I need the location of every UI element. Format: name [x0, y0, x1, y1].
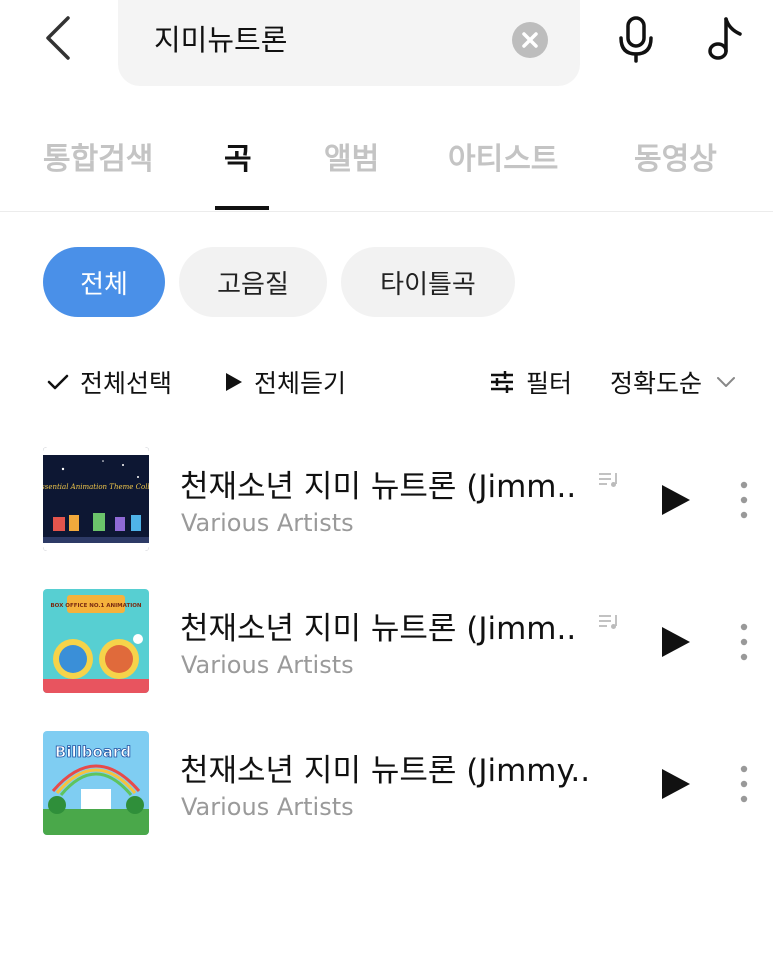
chip-high-quality[interactable]: 고음질 [179, 247, 327, 317]
album-title-text: BOX OFFICE NO.1 ANIMATION [50, 603, 141, 609]
search-box[interactable] [118, 0, 580, 86]
filter-icon [491, 371, 513, 393]
select-all-label: 전체선택 [80, 369, 173, 398]
music-recognition-button[interactable] [702, 14, 746, 64]
microphone-icon [619, 16, 653, 63]
tab-albums[interactable]: 앨범 [324, 134, 379, 178]
tab-artists[interactable]: 아티스트 [448, 134, 558, 178]
more-vertical-icon [740, 481, 748, 519]
more-options-button[interactable] [736, 765, 752, 803]
sort-label: 정확도순 [610, 369, 703, 398]
tab-songs[interactable]: 곡 [224, 134, 252, 178]
search-tabs: 통합검색 곡 앨범 아티스트 동영상 [0, 118, 773, 212]
song-row[interactable]: BOX OFFICE NO.1 ANIMATION 천재소년 지미 뉴트론 (J… [0, 589, 773, 699]
check-icon [47, 374, 69, 390]
voice-search-button[interactable] [614, 14, 658, 64]
chip-title-track[interactable]: 타이틀곡 [341, 247, 515, 317]
lyrics-icon [599, 473, 617, 487]
chevron-left-icon [46, 16, 70, 60]
album-title-text: The Essential Animation Theme Collection [43, 483, 149, 491]
tab-all[interactable]: 통합검색 [43, 134, 153, 178]
back-button[interactable] [40, 14, 80, 64]
play-icon [662, 627, 690, 657]
search-input[interactable] [154, 18, 494, 58]
song-row[interactable]: Billboard 천재소년 지미 뉴트론 (Jimmy.. Various A… [0, 731, 773, 841]
close-icon [522, 32, 538, 48]
search-header [0, 0, 773, 92]
play-button[interactable] [660, 767, 692, 801]
play-icon [226, 373, 242, 391]
filter-button[interactable]: 필터 [488, 362, 572, 402]
lyrics-icon [599, 615, 617, 629]
song-artist[interactable]: Various Artists [181, 651, 354, 679]
clear-search-button[interactable] [512, 22, 548, 58]
song-artist[interactable]: Various Artists [181, 509, 354, 537]
song-title[interactable]: 천재소년 지미 뉴트론 (Jimm.. [180, 461, 576, 506]
album-title-text: Billboard [55, 743, 131, 761]
play-all-label: 전체듣기 [254, 369, 347, 398]
sort-dropdown[interactable]: 정확도순 [610, 362, 738, 402]
song-title[interactable]: 천재소년 지미 뉴트론 (Jimm.. [180, 603, 576, 648]
play-button[interactable] [660, 625, 692, 659]
filter-label: 필터 [526, 369, 573, 398]
active-tab-indicator [215, 206, 269, 210]
play-icon [662, 485, 690, 515]
album-art[interactable]: Billboard [43, 731, 149, 835]
play-icon [662, 769, 690, 799]
music-note-icon [708, 17, 742, 60]
more-vertical-icon [740, 623, 748, 661]
tab-videos[interactable]: 동영상 [634, 134, 717, 178]
chevron-down-icon [717, 377, 736, 387]
play-button[interactable] [660, 483, 692, 517]
more-vertical-icon [740, 765, 748, 803]
song-title[interactable]: 천재소년 지미 뉴트론 (Jimmy.. [180, 745, 590, 790]
album-art[interactable]: The Essential Animation Theme Collection [43, 447, 149, 551]
play-all-button[interactable]: 전체듣기 [224, 362, 346, 402]
chip-all[interactable]: 전체 [43, 247, 165, 317]
more-options-button[interactable] [736, 481, 752, 519]
more-options-button[interactable] [736, 623, 752, 661]
album-art[interactable]: BOX OFFICE NO.1 ANIMATION [43, 589, 149, 693]
song-row[interactable]: The Essential Animation Theme Collection… [0, 447, 773, 557]
select-all-button[interactable]: 전체선택 [46, 362, 172, 402]
song-artist[interactable]: Various Artists [181, 793, 354, 821]
